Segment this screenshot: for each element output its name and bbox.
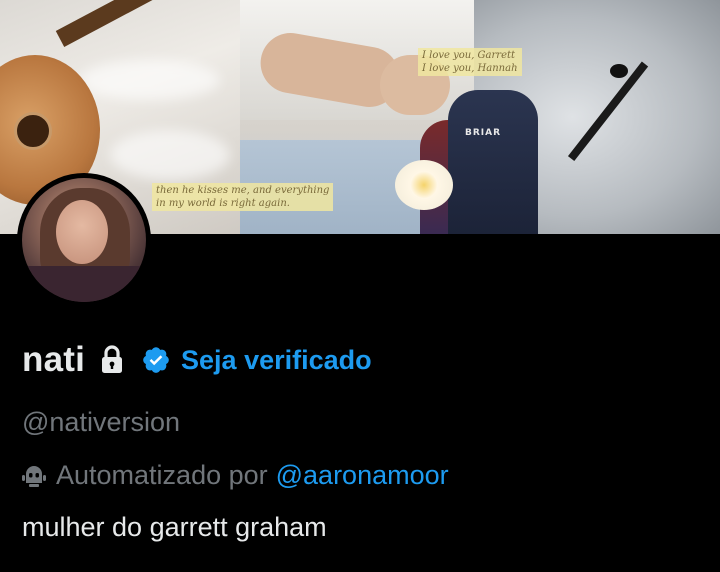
avatar-image [22, 178, 146, 302]
flower-icon [395, 160, 453, 210]
lock-icon [99, 344, 125, 376]
bot-icon [22, 463, 46, 489]
get-verified-link[interactable]: Seja verificado [181, 345, 372, 376]
automated-by-account-link[interactable]: @aaronamoor [276, 460, 449, 491]
profile-name-row: nati Seja verificado [22, 338, 372, 382]
profile-bio: mulher do garrett graham [22, 512, 327, 542]
guitar-soundhole [14, 112, 52, 150]
banner-caption-1: then he kisses me, and everything in my … [152, 183, 334, 211]
automated-label-row: Automatizado por @aaronamoor [22, 460, 449, 491]
guitar-neck [55, 0, 215, 47]
hockey-puck-icon [610, 64, 628, 78]
jersey-text: BRIAR [465, 128, 502, 138]
profile-name: nati [22, 340, 86, 379]
illustrated-figure-garrett [448, 90, 538, 234]
verified-badge-icon[interactable] [141, 345, 171, 375]
profile-handle: @nativersion [22, 407, 180, 437]
avatar[interactable] [17, 173, 151, 307]
automated-by-label: Automatizado por [56, 460, 268, 490]
banner-caption-2: I love you, Garrett I love you, Hannah [418, 48, 522, 76]
